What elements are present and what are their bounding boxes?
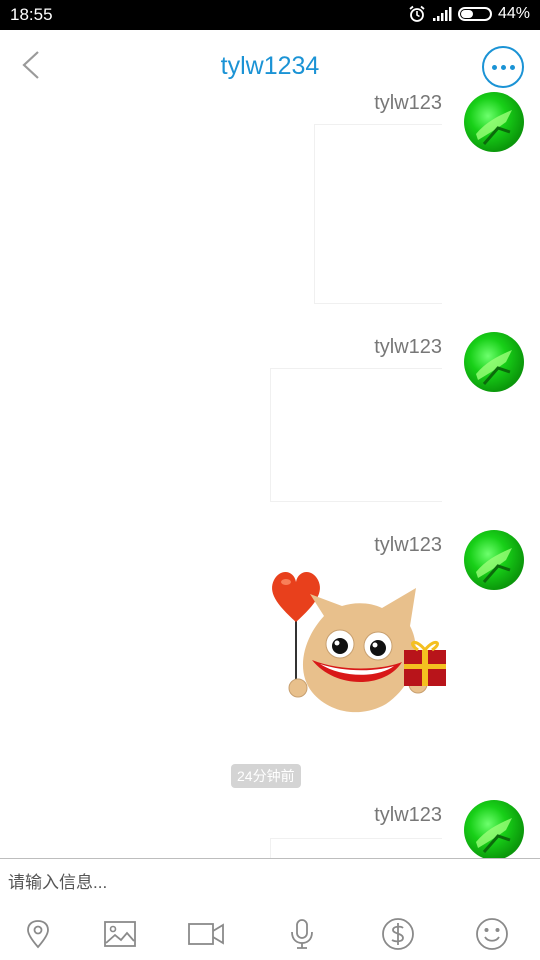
- chat-area[interactable]: tylw123 tylw123 tylw123 24分钟前 tylw123: [0, 86, 540, 858]
- image-icon: [104, 921, 136, 947]
- microphone-icon: [291, 919, 313, 949]
- location-icon: [27, 920, 49, 949]
- alarm-icon: [409, 5, 425, 22]
- emoji-icon: [476, 918, 508, 950]
- more-icon-dot: [500, 64, 506, 70]
- attachment-toolbar: [0, 908, 540, 960]
- sender-name: tylw123: [374, 92, 442, 114]
- sender-name: tylw123: [374, 804, 442, 826]
- voice-button[interactable]: [282, 914, 322, 954]
- sender-name: tylw123: [374, 336, 442, 358]
- battery-percent: 44%: [497, 5, 530, 22]
- more-icon-dot: [509, 64, 515, 70]
- more-icon: [491, 64, 497, 70]
- image-button[interactable]: [100, 914, 140, 954]
- emoji-sticker[interactable]: [266, 564, 450, 724]
- avatar[interactable]: [464, 92, 524, 152]
- chat-title: tylw1234: [220, 52, 320, 80]
- more-options-button[interactable]: [482, 46, 524, 88]
- image-message[interactable]: [270, 838, 442, 858]
- avatar[interactable]: [464, 332, 524, 392]
- video-icon: [188, 923, 224, 945]
- status-time: 18:55: [10, 5, 53, 24]
- status-bar: 18:55 44%: [0, 0, 540, 30]
- avatar[interactable]: [464, 800, 524, 858]
- status-icons: 44%: [408, 5, 530, 23]
- battery-level: [460, 10, 474, 18]
- message-timestamp: 24分钟前: [231, 764, 301, 788]
- image-message[interactable]: [314, 124, 442, 304]
- signal-icon: [432, 7, 452, 21]
- battery-icon: [457, 7, 492, 21]
- message-input-bar: [0, 858, 540, 908]
- video-button[interactable]: [186, 914, 226, 954]
- image-message[interactable]: [270, 368, 442, 502]
- sender-name: tylw123: [374, 534, 442, 556]
- avatar[interactable]: [464, 530, 524, 590]
- money-button[interactable]: [378, 914, 418, 954]
- money-icon: [382, 918, 414, 950]
- emoji-button[interactable]: [472, 914, 512, 954]
- location-button[interactable]: [18, 914, 58, 954]
- message-input[interactable]: [8, 873, 508, 893]
